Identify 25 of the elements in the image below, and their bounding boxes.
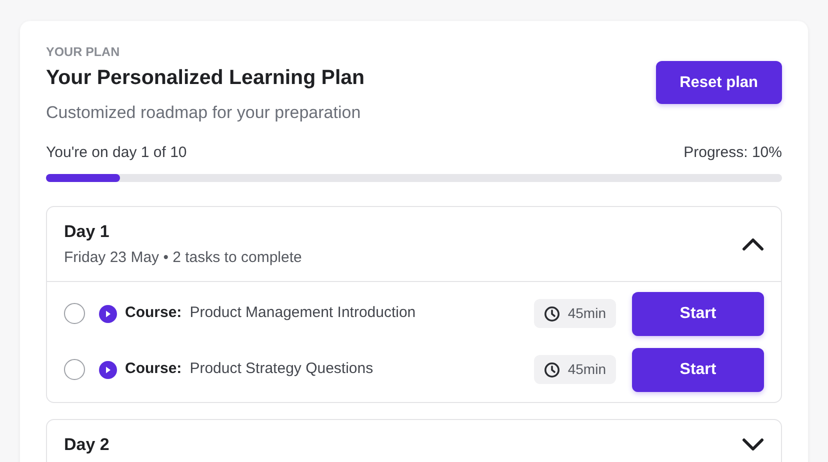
reset-plan-button[interactable]: Reset plan [656,61,782,104]
task-name: Product Management Introduction [190,303,416,324]
day-title: Day 2 [64,434,110,456]
progress-label: Progress: 10% [684,143,782,163]
day-subtitle: Friday 23 May • 2 tasks to complete [64,248,302,268]
task-checkbox[interactable] [64,303,85,324]
chevron-up-icon[interactable] [742,237,764,251]
task-type-label: Course: [125,359,182,380]
day-status-text: You're on day 1 of 10 [46,143,187,163]
eyebrow-label: YOUR PLAN [46,44,121,61]
start-button[interactable]: Start [632,292,764,336]
play-icon [99,304,117,322]
plan-subtitle: Customized roadmap for your preparation [46,102,362,124]
plan-title: Your Personalized Learning Plan [46,64,365,91]
task-checkbox[interactable] [64,359,85,380]
play-icon [99,360,117,378]
duration-badge: 45min [534,355,616,384]
task-name: Product Strategy Questions [190,359,374,380]
start-button[interactable]: Start [632,348,764,392]
clock-icon [544,362,560,378]
day-title: Day 1 [64,220,110,242]
chevron-down-icon[interactable] [742,437,764,452]
duration-badge: 45min [534,299,616,328]
clock-icon [544,306,560,322]
task-type-label: Course: [125,303,182,324]
